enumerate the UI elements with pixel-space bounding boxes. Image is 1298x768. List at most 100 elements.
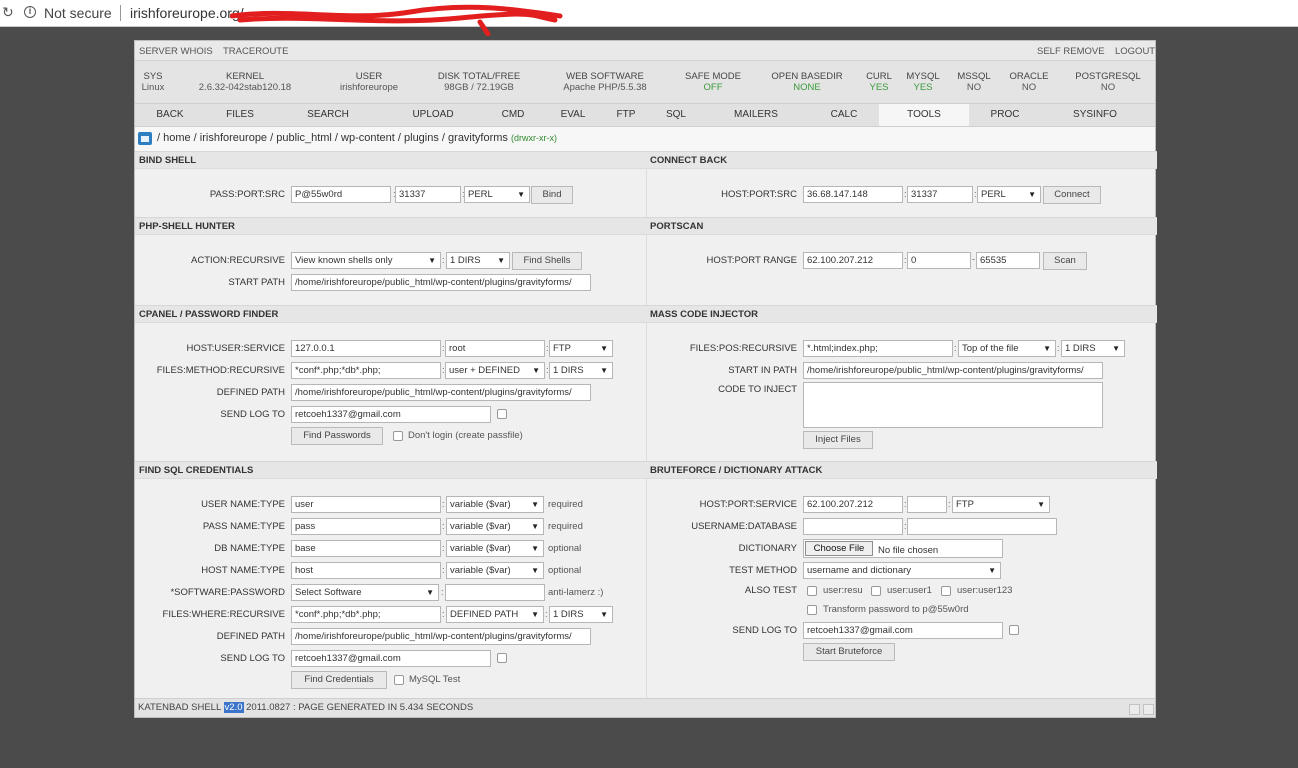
range-dash: - [972, 254, 975, 264]
tab-upload[interactable]: UPLOAD [395, 104, 471, 126]
colon-sep: : [442, 499, 445, 509]
tab-calc[interactable]: CALC [811, 104, 877, 126]
brute-port-input[interactable] [907, 496, 947, 513]
tab-search[interactable]: SEARCH [289, 104, 367, 126]
cpanel-host-input[interactable]: 127.0.0.1 [291, 340, 441, 357]
brute-host-input[interactable]: 62.100.207.212 [803, 496, 903, 513]
also-test-user123-checkbox[interactable] [941, 586, 951, 596]
sql-db-input[interactable]: base [291, 540, 441, 557]
connect-port-input[interactable]: 31337 [907, 186, 973, 203]
brute-log-input[interactable]: retcoeh1337@gmail.com [803, 622, 1003, 639]
sql-pass-type-select[interactable]: variable ($var) ▼ [446, 518, 544, 535]
find-passwords-button[interactable]: Find Passwords [291, 427, 383, 445]
connect-button[interactable]: Connect [1043, 186, 1101, 204]
shell-hunter-dirs-select[interactable]: 1 DIRS ▼ [446, 252, 510, 269]
logout-link[interactable]: LOGOUT [1115, 46, 1155, 57]
inject-files-button[interactable]: Inject Files [803, 431, 873, 449]
shell-hunter-action-select[interactable]: View known shells only ▼ [291, 252, 441, 269]
dont-login-checkbox[interactable] [393, 431, 403, 441]
tab-mailers[interactable]: MAILERS [717, 104, 795, 126]
top-nav: SERVER WHOIS TRACEROUTE SELF REMOVE LOGO… [135, 41, 1155, 61]
sql-db-type-select[interactable]: variable ($var) ▼ [446, 540, 544, 557]
info-icon[interactable]: i [24, 6, 36, 18]
server-whois-link[interactable]: SERVER WHOIS [139, 46, 213, 57]
brute-log-checkbox[interactable] [1009, 625, 1019, 635]
find-shells-button[interactable]: Find Shells [512, 252, 582, 270]
brute-dict-label: DICTIONARY [738, 543, 797, 554]
traceroute-link[interactable]: TRACEROUTE [223, 46, 288, 57]
portscan-to-input[interactable]: 65535 [976, 252, 1040, 269]
url-text[interactable]: irishforeurope.org/ [130, 5, 244, 21]
sql-files-input[interactable]: *conf*.php;*db*.php; [291, 606, 441, 623]
injector-files-input[interactable]: *.html;index.php; [803, 340, 953, 357]
brute-method-select[interactable]: username and dictionary ▼ [803, 562, 1001, 579]
sql-where-select[interactable]: DEFINED PATH ▼ [446, 606, 544, 623]
tab-sql[interactable]: SQL [651, 104, 701, 126]
tab-back[interactable]: BACK [135, 104, 205, 126]
tab-proc[interactable]: PROC [969, 104, 1041, 126]
reload-icon[interactable]: ↻ [2, 4, 14, 21]
brute-database-input[interactable] [907, 518, 1057, 535]
brute-username-input[interactable] [803, 518, 903, 535]
bind-src-select[interactable]: PERL ▼ [464, 186, 530, 203]
shell-hunter-start-path[interactable]: /home/irishforeurope/public_html/wp-cont… [291, 274, 591, 291]
connect-src-select[interactable]: PERL ▼ [977, 186, 1041, 203]
cpanel-method-select[interactable]: user + DEFINED ▼ [445, 362, 545, 379]
scan-button[interactable]: Scan [1043, 252, 1087, 270]
sql-pass-input[interactable]: pass [291, 518, 441, 535]
sql-software-select[interactable]: Select Software ▼ [291, 584, 439, 601]
bind-pass-input[interactable]: P@55w0rd [291, 186, 391, 203]
dictionary-file-input[interactable]: Choose File No file chosen [803, 539, 1003, 558]
start-bruteforce-button[interactable]: Start Bruteforce [803, 643, 895, 661]
cpanel-log-checkbox[interactable] [497, 409, 507, 419]
tab-tools[interactable]: TOOLS [879, 104, 969, 126]
sql-defined-path[interactable]: /home/irishforeurope/public_html/wp-cont… [291, 628, 591, 645]
shell-hunter-action-label: ACTION:RECURSIVE [191, 255, 285, 266]
find-credentials-button[interactable]: Find Credentials [291, 671, 387, 689]
cpanel-user-input[interactable]: root [445, 340, 545, 357]
footer-box-right[interactable] [1143, 704, 1154, 715]
tab-ftp[interactable]: FTP [601, 104, 651, 126]
sql-dirs-select[interactable]: 1 DIRS ▼ [549, 606, 613, 623]
cpanel-dirs-select[interactable]: 1 DIRS ▼ [549, 362, 613, 379]
portscan-from-input[interactable]: 0 [907, 252, 971, 269]
sql-creds-header: FIND SQL CREDENTIALS [135, 461, 646, 479]
tab-files[interactable]: FILES [205, 104, 275, 126]
tab-sysinfo[interactable]: SYSINFO [1053, 104, 1137, 126]
sql-software-password[interactable] [445, 584, 545, 601]
sql-host-type-select[interactable]: variable ($var) ▼ [446, 562, 544, 579]
mysql-test-label: MySQL Test [409, 674, 461, 685]
also-test-resu-checkbox[interactable] [807, 586, 817, 596]
connect-back-header: CONNECT BACK [646, 151, 1157, 169]
cpanel-log-input[interactable]: retcoeh1337@gmail.com [291, 406, 491, 423]
sql-log-input[interactable]: retcoeh1337@gmail.com [291, 650, 491, 667]
tab-eval[interactable]: EVAL [545, 104, 601, 126]
mysql-test-checkbox[interactable] [394, 675, 404, 685]
cpanel-files-input[interactable]: *conf*.php;*db*.php; [291, 362, 441, 379]
injector-start-path[interactable]: /home/irishforeurope/public_html/wp-cont… [803, 362, 1103, 379]
cpanel-service-select[interactable]: FTP ▼ [549, 340, 613, 357]
brute-service-select[interactable]: FTP ▼ [952, 496, 1050, 513]
choose-file-button[interactable]: Choose File [805, 541, 873, 556]
footer-box-left[interactable] [1129, 704, 1140, 715]
injector-pos-select[interactable]: Top of the file ▼ [958, 340, 1056, 357]
transform-password-checkbox[interactable] [807, 605, 817, 615]
sql-log-checkbox[interactable] [497, 653, 507, 663]
connect-host-input[interactable]: 36.68.147.148 [803, 186, 903, 203]
cpanel-defined-path[interactable]: /home/irishforeurope/public_html/wp-cont… [291, 384, 591, 401]
code-to-inject-textarea[interactable] [803, 382, 1103, 428]
cpanel-hus-label: HOST:USER:SERVICE [186, 343, 285, 354]
portscan-host-input[interactable]: 62.100.207.212 [803, 252, 903, 269]
bind-port-input[interactable]: 31337 [395, 186, 461, 203]
self-remove-link[interactable]: SELF REMOVE [1037, 46, 1105, 57]
sql-user-input[interactable]: user [291, 496, 441, 513]
home-icon[interactable] [138, 132, 152, 145]
sql-host-input[interactable]: host [291, 562, 441, 579]
breadcrumb-path[interactable]: / home / irishforeurope / public_html / … [157, 132, 557, 144]
injector-dirs-select[interactable]: 1 DIRS ▼ [1061, 340, 1125, 357]
bind-button[interactable]: Bind [531, 186, 573, 204]
tab-cmd[interactable]: CMD [485, 104, 541, 126]
main-tabs: BACK FILES SEARCH UPLOAD CMD EVAL FTP SQ… [135, 104, 1155, 127]
also-test-user1-checkbox[interactable] [871, 586, 881, 596]
sql-user-type-select[interactable]: variable ($var) ▼ [446, 496, 544, 513]
